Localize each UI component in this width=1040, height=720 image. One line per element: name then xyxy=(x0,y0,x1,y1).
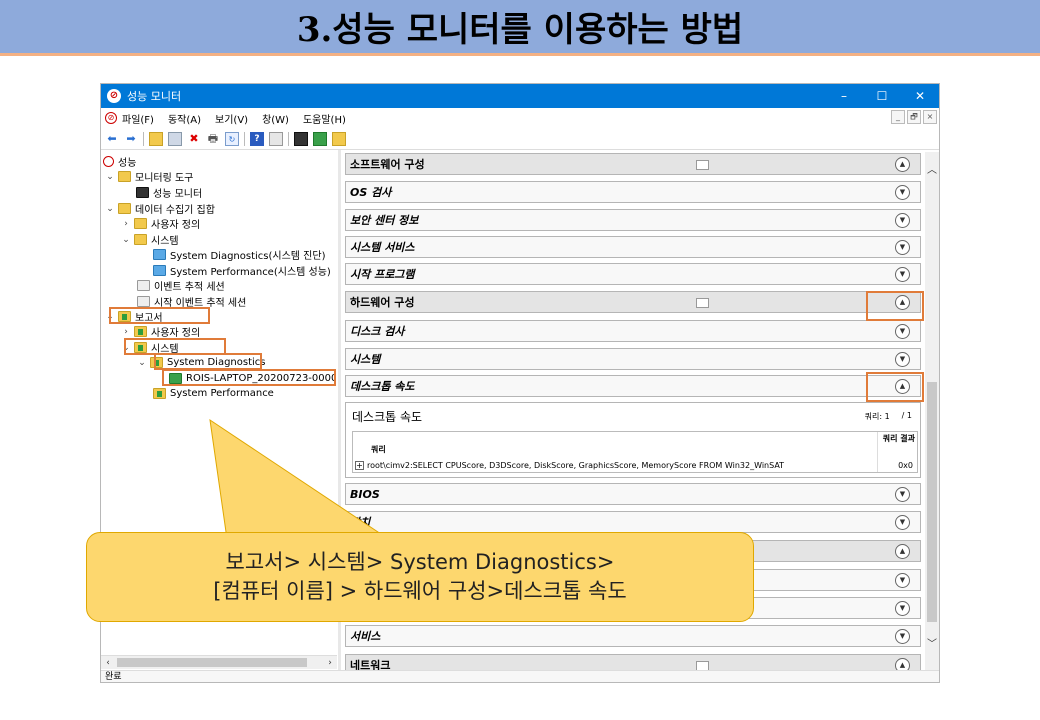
callout-line-1: 보고서> 시스템> System Diagnostics> xyxy=(225,550,615,574)
callout-line-2: [컴퓨터 이름] > 하드웨어 구성>데스크톱 속도 xyxy=(213,579,627,603)
instruction-callout: 보고서> 시스템> System Diagnostics> [컴퓨터 이름] >… xyxy=(86,532,754,622)
